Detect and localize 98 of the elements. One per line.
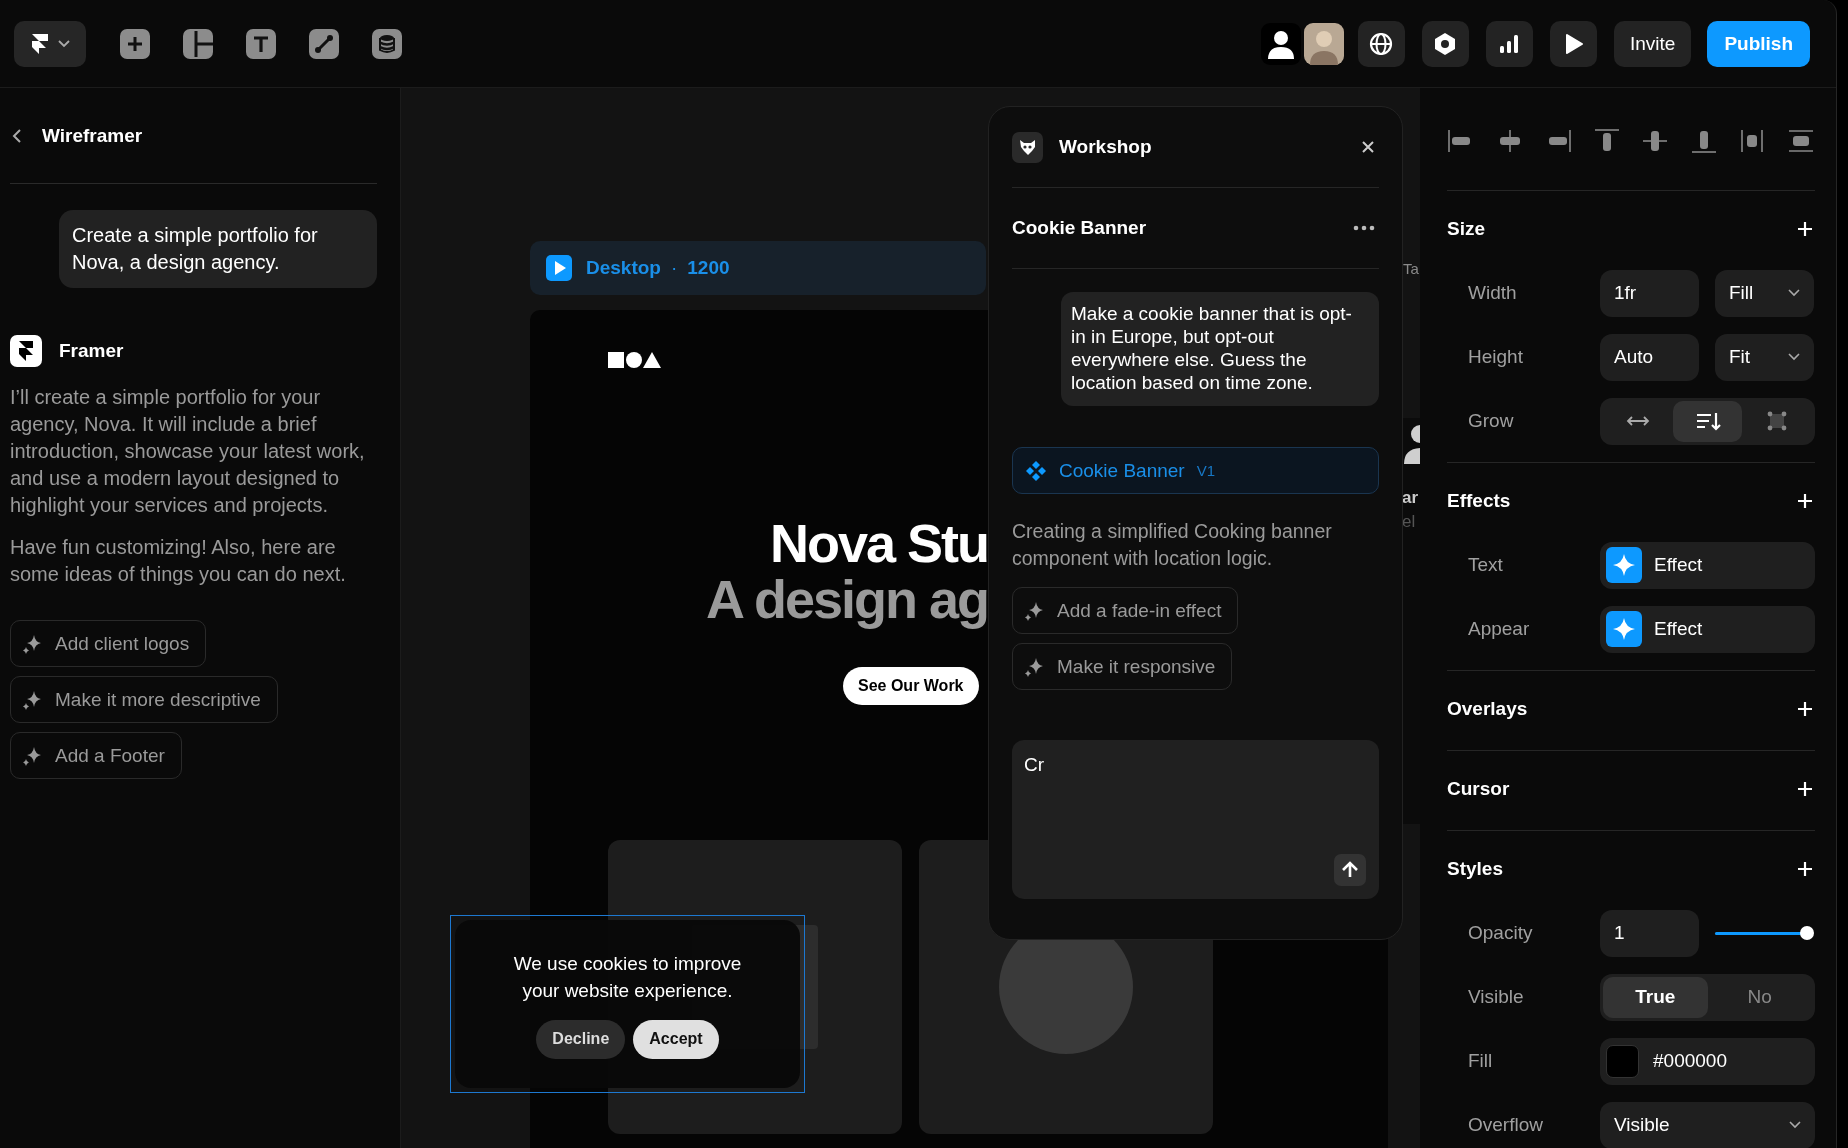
sparkle-icon — [1606, 547, 1642, 583]
text-icon[interactable] — [246, 28, 276, 59]
globe-icon — [1368, 30, 1395, 57]
suggestion-chip[interactable]: Make it more descriptive — [10, 676, 278, 723]
hero-subtitle: A design ag — [704, 571, 988, 627]
panel-title: Wireframer — [42, 124, 143, 147]
person-icon[interactable] — [1260, 22, 1301, 65]
component-chip[interactable]: Cookie Banner V1 — [1012, 447, 1379, 494]
dropdown[interactable]: Fill — [1715, 269, 1814, 317]
sort-down-icon — [1694, 410, 1721, 432]
toggle-option[interactable]: True — [1603, 976, 1708, 1018]
suggestion-chip[interactable]: Add a Footer — [10, 732, 182, 779]
user-message: Make a cookie banner that is opt-in in Europe, but opt-out everywhere else. Guess the location based on time zone. — [1061, 292, 1379, 406]
sort-down-option[interactable] — [1672, 400, 1743, 442]
property-label: Opacity — [1467, 922, 1534, 944]
property-label: Appear — [1467, 618, 1531, 640]
value-field[interactable]: Auto — [1600, 333, 1699, 381]
more-icon[interactable] — [1353, 225, 1375, 231]
add-icon[interactable] — [1797, 701, 1813, 717]
component-icon — [1025, 459, 1047, 482]
property-label: Text — [1467, 554, 1504, 576]
property-label: Overflow — [1467, 1114, 1544, 1136]
add-icon[interactable] — [1797, 861, 1813, 877]
invite-button[interactable]: Invite — [1613, 20, 1692, 67]
breakpoint-bar[interactable]: Desktop · 1200 — [530, 241, 986, 295]
toggle-option[interactable]: No — [1707, 976, 1812, 1018]
section-title: Cursor — [1447, 778, 1510, 800]
dropdown[interactable]: Visible — [1600, 1101, 1815, 1148]
suggestion-chip[interactable]: Make it responsive — [1012, 643, 1233, 690]
distribute-vertical-icon[interactable] — [1786, 127, 1815, 155]
frame-text: el — [1402, 512, 1417, 532]
property-label: Width — [1467, 282, 1518, 304]
add-icon[interactable] — [1797, 221, 1813, 237]
assistant-name: Framer — [59, 340, 124, 362]
sparkle-icon — [1606, 611, 1642, 647]
breakpoint-name: Desktop — [586, 257, 661, 279]
separator-dot: · — [670, 257, 678, 279]
suggestion-chip[interactable]: Add a fade-in effect — [1012, 587, 1239, 634]
horizontal-arrows-icon — [1625, 414, 1650, 428]
chevron-down-icon — [1788, 353, 1800, 361]
effect-button[interactable]: Effect — [1600, 541, 1815, 589]
value-field[interactable]: 1 — [1600, 909, 1699, 957]
hero-title: Nova Stu — [768, 515, 988, 571]
assistant-message: Creating a simplified Cooking banner component with location logic. — [1012, 519, 1333, 571]
section-title: Size — [1447, 218, 1486, 240]
property-label: Visible — [1467, 986, 1525, 1008]
message-input[interactable]: Cr — [1012, 740, 1379, 899]
cookie-message: We use cookies to improve your website experience. — [512, 951, 743, 1003]
panel-title: Workshop — [1059, 136, 1153, 158]
add-icon[interactable] — [1797, 493, 1813, 509]
site-logo-icon — [608, 351, 661, 368]
chevron-down-icon — [1788, 289, 1800, 297]
user-message: Create a simple portfolio for Nova, a design agency. — [59, 210, 377, 288]
framer-logo-icon — [10, 335, 42, 367]
frame-text: ar — [1402, 488, 1420, 508]
hexagon-button[interactable] — [1421, 20, 1469, 67]
cookie-banner-selection[interactable]: We use cookies to improve your website experience. Decline Accept — [450, 915, 805, 1093]
section-title: Overlays — [1447, 698, 1528, 720]
property-label: Fill — [1467, 1050, 1494, 1072]
property-label: Grow — [1467, 410, 1515, 432]
breakpoint-width: 1200 — [687, 257, 730, 279]
avatar-icon[interactable] — [1303, 22, 1344, 65]
chevron-down-icon — [58, 39, 70, 48]
accept-button[interactable]: Accept — [633, 1019, 719, 1059]
see-work-button[interactable]: See Our Work — [843, 667, 979, 705]
play-icon — [546, 255, 572, 281]
section-title: Styles — [1447, 858, 1503, 880]
person-icon — [1402, 424, 1420, 464]
color-field[interactable]: #000000 — [1600, 1037, 1815, 1085]
globe-button[interactable] — [1357, 20, 1405, 67]
component-title: Cookie Banner — [1012, 217, 1147, 239]
breakpoint-label[interactable]: Ta — [1403, 259, 1419, 277]
path-icon[interactable] — [309, 28, 339, 59]
dropdown[interactable]: Fit — [1715, 333, 1814, 381]
play-button[interactable] — [1549, 20, 1597, 67]
assistant-message: Have fun customizing! Also, here are some ideas of things you can do next. — [10, 535, 347, 587]
assistant-message: I’ll create a simple portfolio for your agency, Nova. It will include a brief introduction, showcase your latest work, and use a modern layout designed to highlight your services and projects. — [10, 385, 366, 518]
suggestion-chip[interactable]: Add client logos — [10, 620, 207, 667]
color-swatch[interactable] — [1606, 1044, 1639, 1078]
arrow-up-icon — [1340, 860, 1360, 880]
add-icon[interactable] — [1797, 781, 1813, 797]
section-title: Effects — [1447, 490, 1511, 512]
frame-corners-icon — [1767, 411, 1788, 431]
property-label: Height — [1467, 346, 1524, 368]
analytics-button[interactable] — [1485, 20, 1533, 67]
logo-menu-button[interactable] — [14, 20, 86, 67]
back-icon[interactable] — [12, 127, 22, 144]
database-icon[interactable] — [372, 28, 402, 59]
color-value: #000000 — [1653, 1050, 1727, 1072]
layout-icon[interactable] — [183, 28, 213, 59]
decline-button[interactable]: Decline — [536, 1019, 626, 1059]
send-button[interactable] — [1334, 854, 1366, 886]
chevron-down-icon — [1789, 1121, 1801, 1129]
plus-icon[interactable] — [120, 28, 150, 59]
effect-button[interactable]: Effect — [1600, 605, 1815, 653]
close-icon[interactable] — [1361, 140, 1375, 154]
value-field[interactable]: 1fr — [1600, 269, 1699, 317]
framer-logo-icon — [30, 32, 50, 55]
